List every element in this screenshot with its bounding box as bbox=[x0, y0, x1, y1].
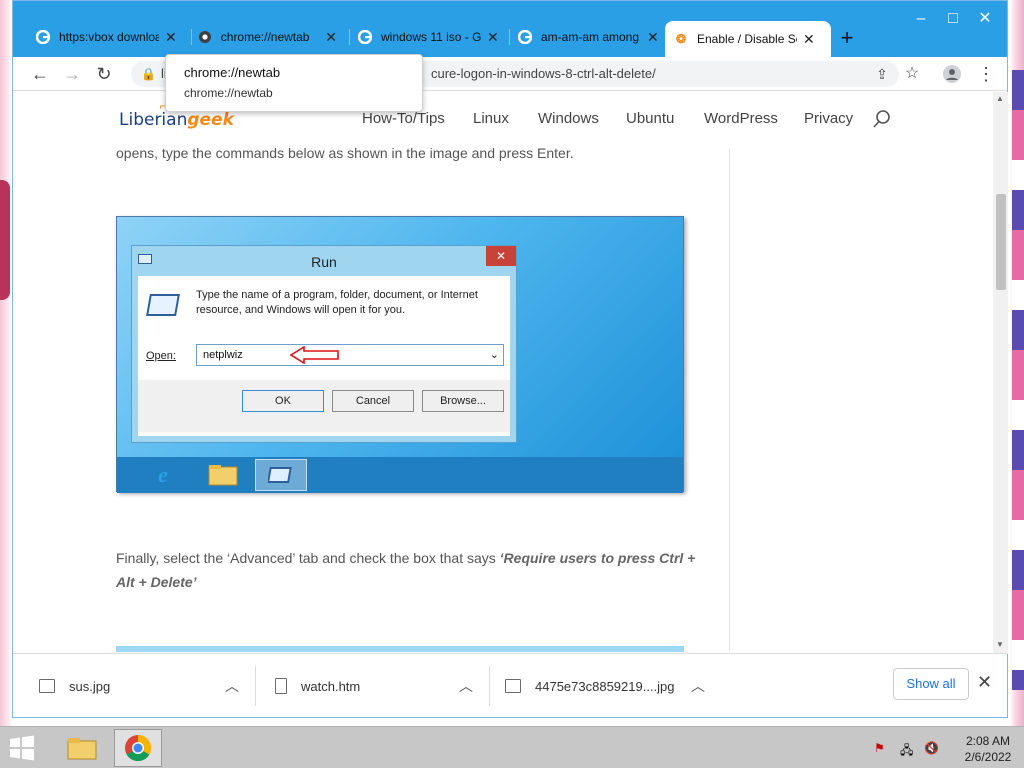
tab-enable-disable[interactable]: ❂ Enable / Disable Se ✕ bbox=[665, 21, 831, 57]
nav-privacy[interactable]: Privacy bbox=[804, 110, 853, 127]
scroll-down-icon[interactable]: ▼ bbox=[996, 640, 1004, 649]
run-cancel-button: Cancel bbox=[332, 390, 414, 412]
run-title: Run bbox=[311, 254, 337, 270]
tab-label: am-am-am among us bbox=[541, 30, 641, 44]
nav-how-to-tips[interactable]: How-To/Tips bbox=[362, 110, 445, 127]
web-page: ⌐◘-◘ Liberiangeek How-To/Tips Linux Wind… bbox=[13, 92, 993, 652]
tab-am-am-am[interactable]: am-am-am among us ✕ bbox=[509, 21, 669, 53]
url-text-end: cure-logon-in-windows-8-ctrl-alt-delete/ bbox=[431, 66, 656, 81]
scrollbar-thumb[interactable] bbox=[996, 194, 1006, 290]
image-file-icon bbox=[39, 679, 55, 693]
internet-explorer-icon: e bbox=[158, 462, 168, 487]
run-dialog: Run ✕ Type the name of a program, folder… bbox=[131, 245, 517, 443]
download-shelf: sus.jpg ︿ watch.htm ︿ 4475e73c8859219...… bbox=[13, 653, 1007, 717]
chrome-icon bbox=[197, 29, 213, 45]
browser-window: https:vbox download ✕ chrome://newtab ✕ … bbox=[12, 0, 1008, 718]
download-item[interactable]: sus.jpg ︿ bbox=[39, 666, 245, 706]
nav-ubuntu[interactable]: Ubuntu bbox=[626, 110, 674, 127]
run-open-label: Open: bbox=[146, 350, 176, 362]
close-icon[interactable]: ✕ bbox=[977, 672, 992, 693]
desktop-wallpaper-left bbox=[0, 180, 10, 300]
network-icon[interactable]: 🖧 bbox=[900, 741, 913, 762]
image-file-icon bbox=[505, 679, 521, 693]
tooltip-url: chrome://newtab bbox=[184, 86, 273, 100]
red-arrow-annotation bbox=[290, 346, 339, 364]
chevron-up-icon[interactable]: ︿ bbox=[459, 676, 473, 696]
system-clock[interactable]: 2:08 AM 2/6/2022 bbox=[956, 733, 1020, 765]
liberiangeek-icon: ❂ bbox=[675, 32, 687, 46]
close-icon[interactable]: ✕ bbox=[165, 29, 177, 46]
file-explorer-taskbar-icon[interactable] bbox=[58, 729, 106, 767]
run-program-icon bbox=[146, 294, 180, 316]
search-icon[interactable] bbox=[871, 108, 893, 130]
close-icon[interactable]: ✕ bbox=[487, 29, 499, 46]
tab-label: https:vbox download bbox=[59, 30, 159, 44]
profile-avatar-icon[interactable] bbox=[939, 61, 965, 87]
nav-linux[interactable]: Linux bbox=[473, 110, 509, 127]
run-description: Type the name of a program, folder, docu… bbox=[196, 289, 478, 316]
close-icon[interactable]: ✕ bbox=[325, 29, 337, 46]
action-center-flag-icon[interactable]: ⚑ bbox=[874, 741, 885, 755]
chevron-up-icon[interactable]: ︿ bbox=[691, 676, 705, 696]
run-ok-button: OK bbox=[242, 390, 324, 412]
google-icon bbox=[35, 29, 51, 45]
tab-strip: https:vbox download ✕ chrome://newtab ✕ … bbox=[13, 1, 1007, 57]
reload-icon[interactable]: ↻ bbox=[91, 61, 117, 87]
share-icon[interactable]: ⇪ bbox=[869, 61, 895, 87]
chrome-taskbar-icon[interactable] bbox=[114, 729, 162, 767]
windows-start-icon[interactable] bbox=[6, 733, 38, 763]
file-explorer-icon bbox=[197, 459, 249, 491]
article-paragraph: Finally, select the ‘Advanced’ tab and c… bbox=[116, 550, 696, 590]
run-taskbar-icon bbox=[255, 459, 307, 491]
run-dialog-screenshot: Run ✕ Type the name of a program, folder… bbox=[116, 216, 684, 493]
forward-arrow-icon[interactable]: → bbox=[59, 61, 85, 87]
next-image-preview bbox=[116, 646, 684, 652]
tab-windows-11-iso[interactable]: windows 11 iso - Go ✕ bbox=[349, 21, 509, 53]
download-item[interactable]: watch.htm ︿ bbox=[275, 666, 481, 706]
browser-toolbar: ← → ↻ 🔒 libe cure-logon-in-windows-8-ctr… bbox=[13, 57, 1007, 91]
tooltip-title: chrome://newtab bbox=[184, 65, 281, 80]
close-icon[interactable]: ✕ bbox=[647, 29, 659, 46]
windows-taskbar: ⚑ 🖧 🔇 2:08 AM 2/6/2022 bbox=[0, 726, 1024, 768]
chevron-up-icon[interactable]: ︿ bbox=[225, 676, 239, 696]
maximize-button[interactable]: □ bbox=[943, 9, 963, 29]
tab-label: chrome://newtab bbox=[220, 30, 310, 44]
article-paragraph: opens, type the commands below as shown … bbox=[116, 145, 574, 161]
show-all-downloads-button[interactable]: Show all bbox=[893, 668, 969, 700]
volume-muted-icon[interactable]: 🔇 bbox=[924, 741, 939, 755]
tab-chrome-newtab[interactable]: chrome://newtab ✕ bbox=[189, 21, 345, 53]
nav-wordpress[interactable]: WordPress bbox=[704, 110, 778, 127]
site-logo[interactable]: ⌐◘-◘ Liberiangeek bbox=[119, 100, 234, 130]
nav-windows[interactable]: Windows bbox=[538, 110, 599, 127]
tab-hover-tooltip: chrome://newtab chrome://newtab bbox=[165, 54, 423, 112]
new-tab-button[interactable]: + bbox=[833, 25, 861, 53]
chevron-down-icon: ⌄ bbox=[489, 349, 499, 361]
document-file-icon bbox=[275, 678, 287, 694]
close-window-button[interactable]: ✕ bbox=[975, 9, 995, 29]
run-open-input: netplwiz ⌄ bbox=[196, 344, 504, 366]
win8-taskbar: e bbox=[117, 457, 683, 493]
minimize-button[interactable]: – bbox=[911, 9, 931, 29]
tab-label: windows 11 iso - Go bbox=[381, 30, 481, 44]
download-item[interactable]: 4475e73c8859219....jpg ︿ bbox=[505, 666, 715, 706]
tab-vbox-download[interactable]: https:vbox download ✕ bbox=[27, 21, 187, 53]
page-scrollbar[interactable]: ▲ ▼ bbox=[993, 92, 1008, 654]
tab-label: Enable / Disable Se bbox=[697, 32, 797, 46]
close-icon[interactable]: ✕ bbox=[803, 31, 815, 48]
bookmark-star-icon[interactable]: ☆ bbox=[899, 61, 925, 87]
sidebar-divider bbox=[729, 148, 730, 652]
run-browse-button: Browse... bbox=[422, 390, 504, 412]
back-arrow-icon[interactable]: ← bbox=[27, 61, 53, 87]
google-icon bbox=[517, 29, 533, 45]
desktop-wallpaper-right bbox=[1012, 70, 1024, 690]
google-icon bbox=[357, 29, 373, 45]
site-header: ⌐◘-◘ Liberiangeek How-To/Tips Linux Wind… bbox=[13, 92, 993, 148]
lock-icon: 🔒 bbox=[141, 67, 156, 81]
menu-kebab-icon[interactable]: ⋮ bbox=[973, 61, 999, 87]
close-icon: ✕ bbox=[486, 246, 516, 266]
scroll-up-icon[interactable]: ▲ bbox=[996, 94, 1004, 103]
